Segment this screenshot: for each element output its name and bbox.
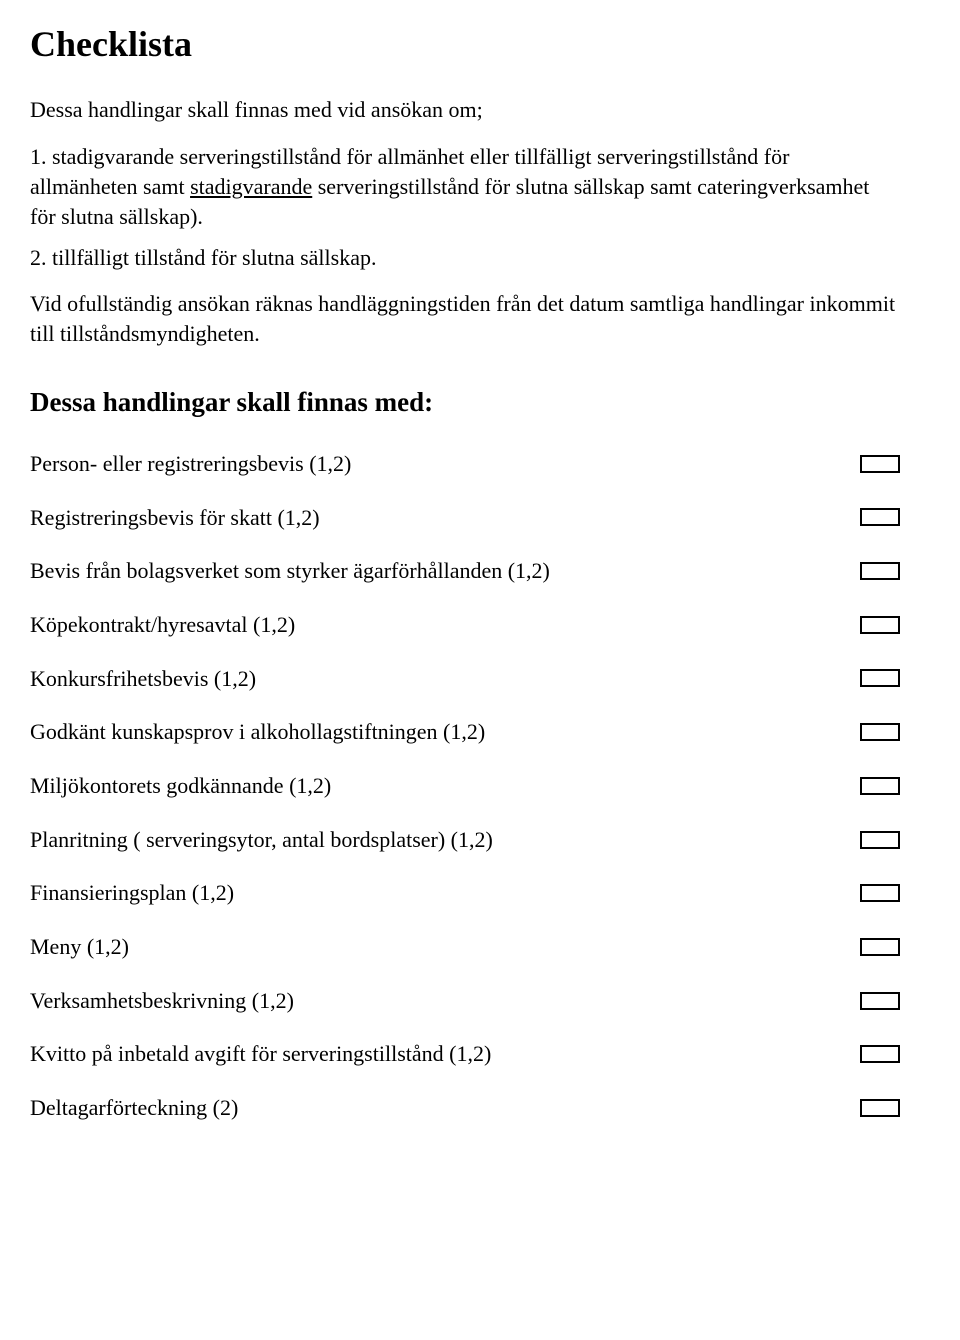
check-label: Registreringsbevis för skatt (1,2) (30, 503, 860, 533)
check-row: Bevis från bolagsverket som styrker ägar… (30, 556, 900, 586)
check-row: Konkursfrihetsbevis (1,2) (30, 664, 900, 694)
checkbox[interactable] (860, 1045, 900, 1063)
check-label: Deltagarförteckning (2) (30, 1093, 860, 1123)
check-row: Köpekontrakt/hyresavtal (1,2) (30, 610, 900, 640)
check-row: Person- eller registreringsbevis (1,2) (30, 449, 900, 479)
check-row: Registreringsbevis för skatt (1,2) (30, 503, 900, 533)
check-row: Verksamhetsbeskrivning (1,2) (30, 986, 900, 1016)
checkbox[interactable] (860, 508, 900, 526)
check-label: Köpekontrakt/hyresavtal (1,2) (30, 610, 860, 640)
checkbox[interactable] (860, 992, 900, 1010)
checkbox[interactable] (860, 1099, 900, 1117)
page-title: Checklista (30, 20, 900, 69)
checkbox[interactable] (860, 831, 900, 849)
note-text: Vid ofullständig ansökan räknas handlägg… (30, 289, 900, 348)
check-label: Miljökontorets godkännande (1,2) (30, 771, 860, 801)
check-label: Konkursfrihetsbevis (1,2) (30, 664, 860, 694)
checkbox[interactable] (860, 884, 900, 902)
check-row: Finansieringsplan (1,2) (30, 878, 900, 908)
check-label: Finansieringsplan (1,2) (30, 878, 860, 908)
subtitle: Dessa handlingar skall finnas med: (30, 384, 900, 420)
numbered-item-2: 2. tillfälligt tillstånd för slutna säll… (30, 243, 900, 273)
check-row: Kvitto på inbetald avgift för serverings… (30, 1039, 900, 1069)
check-label: Planritning ( serveringsytor, antal bord… (30, 825, 860, 855)
item1-underline: stadigvarande (190, 174, 312, 199)
checkbox[interactable] (860, 562, 900, 580)
check-row: Planritning ( serveringsytor, antal bord… (30, 825, 900, 855)
checkbox[interactable] (860, 723, 900, 741)
intro-text: Dessa handlingar skall finnas med vid an… (30, 95, 900, 125)
checkbox[interactable] (860, 777, 900, 795)
check-row: Meny (1,2) (30, 932, 900, 962)
checkbox[interactable] (860, 938, 900, 956)
check-label: Kvitto på inbetald avgift för serverings… (30, 1039, 860, 1069)
check-row: Miljökontorets godkännande (1,2) (30, 771, 900, 801)
check-row: Godkänt kunskapsprov i alkohollagstiftni… (30, 717, 900, 747)
check-label: Meny (1,2) (30, 932, 860, 962)
check-label: Person- eller registreringsbevis (1,2) (30, 449, 860, 479)
numbered-item-1: 1. stadigvarande serveringstillstånd för… (30, 142, 900, 231)
checkbox[interactable] (860, 455, 900, 473)
check-label: Godkänt kunskapsprov i alkohollagstiftni… (30, 717, 860, 747)
checkbox[interactable] (860, 669, 900, 687)
checklist: Person- eller registreringsbevis (1,2) R… (30, 449, 900, 1123)
checkbox[interactable] (860, 616, 900, 634)
check-label: Bevis från bolagsverket som styrker ägar… (30, 556, 860, 586)
check-label: Verksamhetsbeskrivning (1,2) (30, 986, 860, 1016)
check-row: Deltagarförteckning (2) (30, 1093, 900, 1123)
